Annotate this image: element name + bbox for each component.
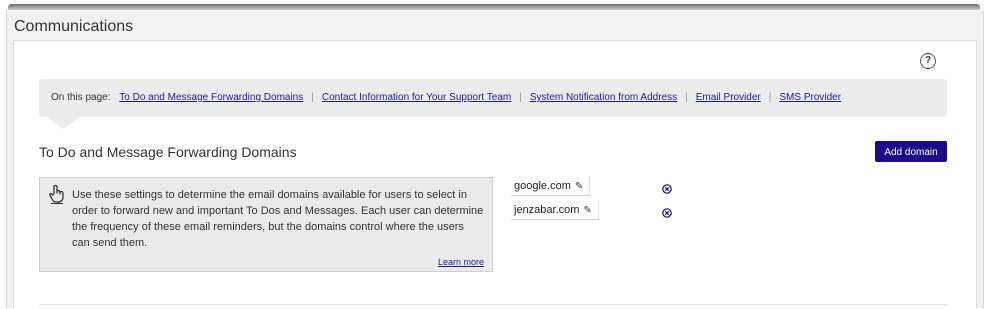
panel-content: ? On this page: To Do and Message Forwar… (13, 40, 977, 309)
panel-title: Communications (14, 18, 134, 35)
info-box: Use these settings to determine the emai… (39, 177, 493, 272)
nav-separator: | (685, 92, 688, 103)
pointer-hand-icon (49, 184, 64, 204)
add-domain-button[interactable]: Add domain (875, 141, 947, 162)
on-this-page-label: On this page: (51, 92, 111, 103)
section-divider (39, 304, 947, 305)
nav-pointer-notch (47, 117, 79, 129)
info-description: Use these settings to determine the emai… (72, 189, 484, 249)
remove-circle-icon[interactable] (662, 184, 672, 194)
nav-link-sms-provider[interactable]: SMS Provider (779, 92, 841, 103)
learn-more-link[interactable]: Learn more (438, 257, 484, 267)
nav-link-forwarding-domains[interactable]: To Do and Message Forwarding Domains (119, 92, 303, 103)
nav-link-system-notification[interactable]: System Notification from Address (530, 92, 677, 103)
communications-panel: Communications ? On this page: To Do and… (6, 10, 984, 309)
nav-link-support-contact[interactable]: Contact Information for Your Support Tea… (322, 92, 511, 103)
pencil-icon[interactable]: ✎ (575, 178, 583, 195)
nav-separator: | (311, 92, 314, 103)
domain-name: jenzabar.com (514, 204, 580, 216)
domain-name: google.com (514, 180, 571, 192)
domain-item[interactable]: google.com ✎ (511, 178, 591, 196)
nav-separator: | (519, 92, 522, 103)
nav-link-email-provider[interactable]: Email Provider (696, 92, 761, 103)
pencil-icon[interactable]: ✎ (583, 202, 591, 219)
domain-item[interactable]: jenzabar.com ✎ (511, 202, 599, 220)
help-icon[interactable]: ? (920, 53, 936, 69)
section-title: To Do and Message Forwarding Domains (39, 144, 297, 160)
on-this-page-nav: On this page: To Do and Message Forwardi… (39, 79, 947, 117)
nav-separator: | (768, 92, 772, 103)
remove-circle-icon[interactable] (662, 208, 672, 218)
